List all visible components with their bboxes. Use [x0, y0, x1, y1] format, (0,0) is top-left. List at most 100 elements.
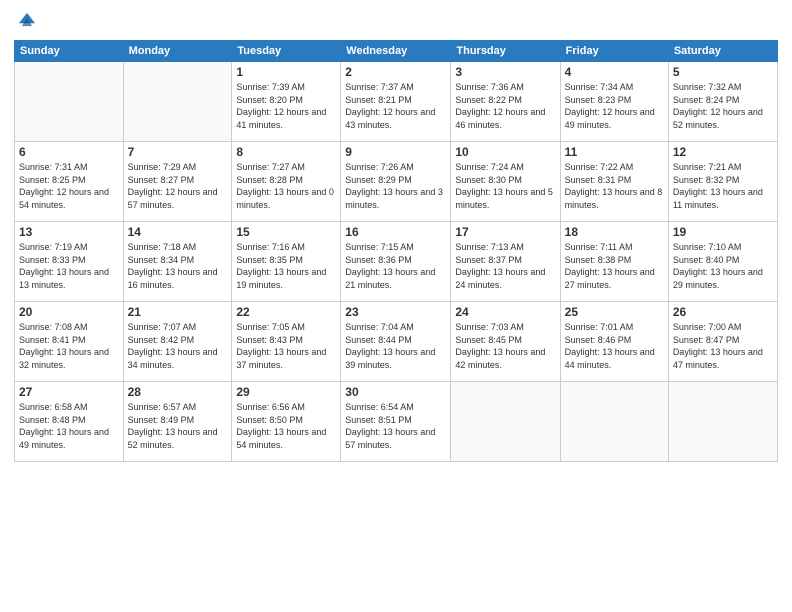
day-number: 9 [345, 145, 446, 159]
day-number: 23 [345, 305, 446, 319]
cell-info: Sunrise: 7:01 AMSunset: 8:46 PMDaylight:… [565, 321, 664, 371]
cell-info: Sunrise: 7:16 AMSunset: 8:35 PMDaylight:… [236, 241, 336, 291]
calendar-cell: 1 Sunrise: 7:39 AMSunset: 8:20 PMDaylight… [232, 62, 341, 142]
day-number: 27 [19, 385, 119, 399]
cell-info: Sunrise: 7:24 AMSunset: 8:30 PMDaylight:… [455, 161, 555, 211]
day-number: 21 [128, 305, 228, 319]
cell-info: Sunrise: 7:36 AMSunset: 8:22 PMDaylight:… [455, 81, 555, 131]
calendar-week-row: 13Sunrise: 7:19 AMSunset: 8:33 PMDayligh… [15, 222, 778, 302]
weekday-header: Tuesday [232, 41, 341, 62]
header [14, 10, 778, 32]
day-number: 3 [455, 65, 555, 79]
cell-info: Sunrise: 7:03 AMSunset: 8:45 PMDaylight:… [455, 321, 555, 371]
cell-info: Sunrise: 7:04 AMSunset: 8:44 PMDaylight:… [345, 321, 446, 371]
calendar-cell: 28 Sunrise: 6:57 AMSunset: 8:49 PMDayligh… [123, 382, 232, 462]
calendar-week-row: 1 Sunrise: 7:39 AMSunset: 8:20 PMDaylight… [15, 62, 778, 142]
calendar-cell: 9 Sunrise: 7:26 AMSunset: 8:29 PMDaylight… [341, 142, 451, 222]
cell-info: Sunrise: 7:00 AMSunset: 8:47 PMDaylight:… [673, 321, 773, 371]
day-number: 28 [128, 385, 228, 399]
day-number: 11 [565, 145, 664, 159]
weekday-header: Wednesday [341, 41, 451, 62]
day-number: 30 [345, 385, 446, 399]
day-number: 19 [673, 225, 773, 239]
cell-info: Sunrise: 7:15 AMSunset: 8:36 PMDaylight:… [345, 241, 446, 291]
calendar-cell: 26Sunrise: 7:00 AMSunset: 8:47 PMDayligh… [668, 302, 777, 382]
day-number: 16 [345, 225, 446, 239]
calendar-table: SundayMondayTuesdayWednesdayThursdayFrid… [14, 40, 778, 462]
calendar-cell: 8 Sunrise: 7:27 AMSunset: 8:28 PMDaylight… [232, 142, 341, 222]
day-number: 1 [236, 65, 336, 79]
cell-info: Sunrise: 7:21 AMSunset: 8:32 PMDaylight:… [673, 161, 773, 211]
cell-info: Sunrise: 7:37 AMSunset: 8:21 PMDaylight:… [345, 81, 446, 131]
logo-icon [16, 10, 38, 32]
day-number: 4 [565, 65, 664, 79]
cell-info: Sunrise: 7:34 AMSunset: 8:23 PMDaylight:… [565, 81, 664, 131]
day-number: 12 [673, 145, 773, 159]
weekday-header: Monday [123, 41, 232, 62]
calendar-cell [560, 382, 668, 462]
calendar-cell [451, 382, 560, 462]
page: SundayMondayTuesdayWednesdayThursdayFrid… [0, 0, 792, 612]
cell-info: Sunrise: 6:58 AMSunset: 8:48 PMDaylight:… [19, 401, 119, 451]
calendar-cell: 7 Sunrise: 7:29 AMSunset: 8:27 PMDaylight… [123, 142, 232, 222]
day-number: 18 [565, 225, 664, 239]
cell-info: Sunrise: 6:54 AMSunset: 8:51 PMDaylight:… [345, 401, 446, 451]
calendar-cell [668, 382, 777, 462]
calendar-cell: 29 Sunrise: 6:56 AMSunset: 8:50 PMDayligh… [232, 382, 341, 462]
weekday-header: Sunday [15, 41, 124, 62]
calendar-cell: 5 Sunrise: 7:32 AMSunset: 8:24 PMDaylight… [668, 62, 777, 142]
cell-info: Sunrise: 7:07 AMSunset: 8:42 PMDaylight:… [128, 321, 228, 371]
day-number: 20 [19, 305, 119, 319]
cell-info: Sunrise: 7:08 AMSunset: 8:41 PMDaylight:… [19, 321, 119, 371]
cell-info: Sunrise: 7:18 AMSunset: 8:34 PMDaylight:… [128, 241, 228, 291]
calendar-cell: 10Sunrise: 7:24 AMSunset: 8:30 PMDayligh… [451, 142, 560, 222]
weekday-header: Thursday [451, 41, 560, 62]
calendar-cell: 13Sunrise: 7:19 AMSunset: 8:33 PMDayligh… [15, 222, 124, 302]
calendar-cell: 20 Sunrise: 7:08 AMSunset: 8:41 PMDayligh… [15, 302, 124, 382]
calendar-header-row: SundayMondayTuesdayWednesdayThursdayFrid… [15, 41, 778, 62]
calendar-cell: 14 Sunrise: 7:18 AMSunset: 8:34 PMDayligh… [123, 222, 232, 302]
calendar-cell: 15 Sunrise: 7:16 AMSunset: 8:35 PMDayligh… [232, 222, 341, 302]
calendar-cell: 30 Sunrise: 6:54 AMSunset: 8:51 PMDayligh… [341, 382, 451, 462]
calendar-cell: 16 Sunrise: 7:15 AMSunset: 8:36 PMDayligh… [341, 222, 451, 302]
cell-info: Sunrise: 6:57 AMSunset: 8:49 PMDaylight:… [128, 401, 228, 451]
day-number: 7 [128, 145, 228, 159]
calendar-cell: 4 Sunrise: 7:34 AMSunset: 8:23 PMDaylight… [560, 62, 668, 142]
day-number: 5 [673, 65, 773, 79]
calendar-cell: 19 Sunrise: 7:10 AMSunset: 8:40 PMDayligh… [668, 222, 777, 302]
weekday-header: Saturday [668, 41, 777, 62]
calendar-cell: 22 Sunrise: 7:05 AMSunset: 8:43 PMDayligh… [232, 302, 341, 382]
day-number: 29 [236, 385, 336, 399]
calendar-week-row: 20 Sunrise: 7:08 AMSunset: 8:41 PMDayligh… [15, 302, 778, 382]
day-number: 15 [236, 225, 336, 239]
day-number: 22 [236, 305, 336, 319]
cell-info: Sunrise: 7:39 AMSunset: 8:20 PMDaylight:… [236, 81, 336, 131]
cell-info: Sunrise: 7:32 AMSunset: 8:24 PMDaylight:… [673, 81, 773, 131]
cell-info: Sunrise: 7:10 AMSunset: 8:40 PMDaylight:… [673, 241, 773, 291]
cell-info: Sunrise: 7:13 AMSunset: 8:37 PMDaylight:… [455, 241, 555, 291]
day-number: 13 [19, 225, 119, 239]
calendar-cell: 6 Sunrise: 7:31 AMSunset: 8:25 PMDaylight… [15, 142, 124, 222]
calendar-week-row: 27 Sunrise: 6:58 AMSunset: 8:48 PMDayligh… [15, 382, 778, 462]
calendar-week-row: 6 Sunrise: 7:31 AMSunset: 8:25 PMDaylight… [15, 142, 778, 222]
weekday-header: Friday [560, 41, 668, 62]
day-number: 17 [455, 225, 555, 239]
day-number: 14 [128, 225, 228, 239]
logo [14, 10, 40, 32]
calendar-cell: 23 Sunrise: 7:04 AMSunset: 8:44 PMDayligh… [341, 302, 451, 382]
calendar-cell: 24 Sunrise: 7:03 AMSunset: 8:45 PMDayligh… [451, 302, 560, 382]
day-number: 6 [19, 145, 119, 159]
day-number: 2 [345, 65, 446, 79]
cell-info: Sunrise: 7:27 AMSunset: 8:28 PMDaylight:… [236, 161, 336, 211]
calendar-cell: 27 Sunrise: 6:58 AMSunset: 8:48 PMDayligh… [15, 382, 124, 462]
day-number: 8 [236, 145, 336, 159]
cell-info: Sunrise: 7:31 AMSunset: 8:25 PMDaylight:… [19, 161, 119, 211]
cell-info: Sunrise: 7:05 AMSunset: 8:43 PMDaylight:… [236, 321, 336, 371]
day-number: 24 [455, 305, 555, 319]
calendar-cell: 12 Sunrise: 7:21 AMSunset: 8:32 PMDayligh… [668, 142, 777, 222]
cell-info: Sunrise: 7:29 AMSunset: 8:27 PMDaylight:… [128, 161, 228, 211]
calendar-cell: 3 Sunrise: 7:36 AMSunset: 8:22 PMDaylight… [451, 62, 560, 142]
cell-info: Sunrise: 6:56 AMSunset: 8:50 PMDaylight:… [236, 401, 336, 451]
cell-info: Sunrise: 7:26 AMSunset: 8:29 PMDaylight:… [345, 161, 446, 211]
calendar-cell: 25Sunrise: 7:01 AMSunset: 8:46 PMDayligh… [560, 302, 668, 382]
